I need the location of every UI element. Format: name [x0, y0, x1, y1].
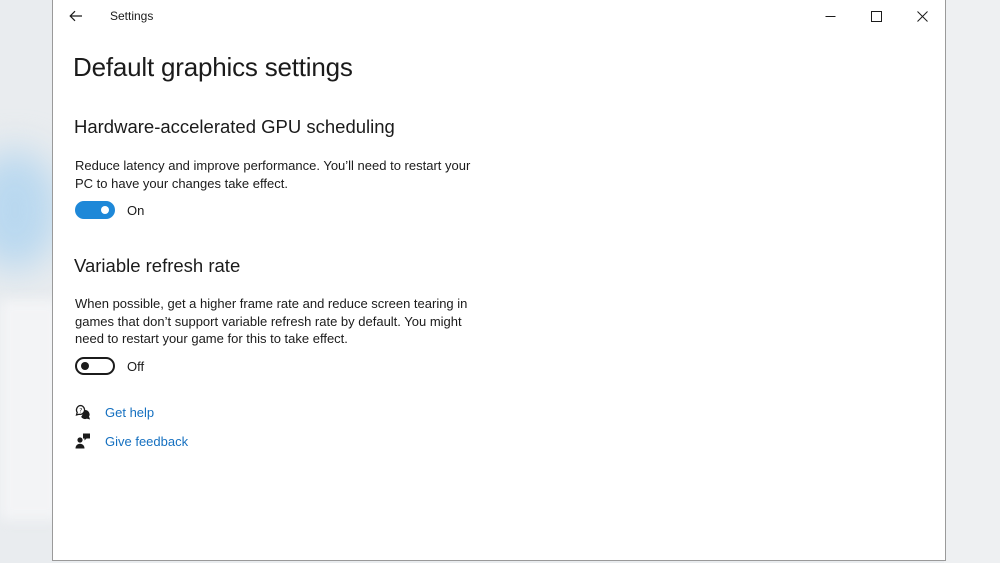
gpu-scheduling-description: Reduce latency and improve performance. …: [75, 158, 471, 191]
page-title: Default graphics settings: [73, 52, 353, 82]
variable-refresh-toggle-state: Off: [127, 358, 145, 374]
variable-refresh-description: When possible, get a higher frame rate a…: [75, 296, 468, 346]
gpu-scheduling-toggle-state: On: [127, 202, 145, 218]
maximize-button[interactable]: [853, 0, 899, 32]
gpu-scheduling-toggle-row: On: [75, 200, 144, 220]
title-bar: Settings: [53, 0, 945, 32]
gpu-scheduling-heading: Hardware-accelerated GPU scheduling: [74, 116, 395, 137]
variable-refresh-heading: Variable refresh rate: [74, 255, 241, 276]
toggle-knob: [101, 206, 109, 214]
feedback-person-icon: [75, 433, 91, 449]
window-title: Settings: [110, 9, 154, 23]
get-help-link-row[interactable]: ? Get help: [75, 402, 154, 422]
backdrop-right: [944, 0, 1000, 563]
close-button[interactable]: [899, 0, 945, 32]
variable-refresh-toggle-row: Off: [75, 356, 144, 376]
gpu-scheduling-toggle[interactable]: [75, 201, 115, 219]
svg-text:?: ?: [79, 407, 82, 414]
toggle-knob: [81, 362, 89, 370]
backdrop-blur: [0, 150, 60, 270]
give-feedback-link-row[interactable]: Give feedback: [75, 431, 188, 451]
give-feedback-link[interactable]: Give feedback: [105, 434, 188, 449]
minimize-icon: [825, 15, 835, 17]
get-help-link[interactable]: Get help: [105, 405, 154, 420]
back-arrow-icon: [69, 10, 82, 22]
chat-help-icon: ?: [75, 404, 91, 420]
minimize-button[interactable]: [807, 0, 853, 32]
variable-refresh-toggle[interactable]: [75, 357, 115, 375]
maximize-icon: [870, 10, 882, 22]
settings-window: Settings Default graphics settings Hardw…: [52, 0, 946, 561]
close-icon: [916, 10, 928, 22]
back-button[interactable]: [63, 4, 89, 28]
backdrop-panel: [0, 300, 60, 520]
